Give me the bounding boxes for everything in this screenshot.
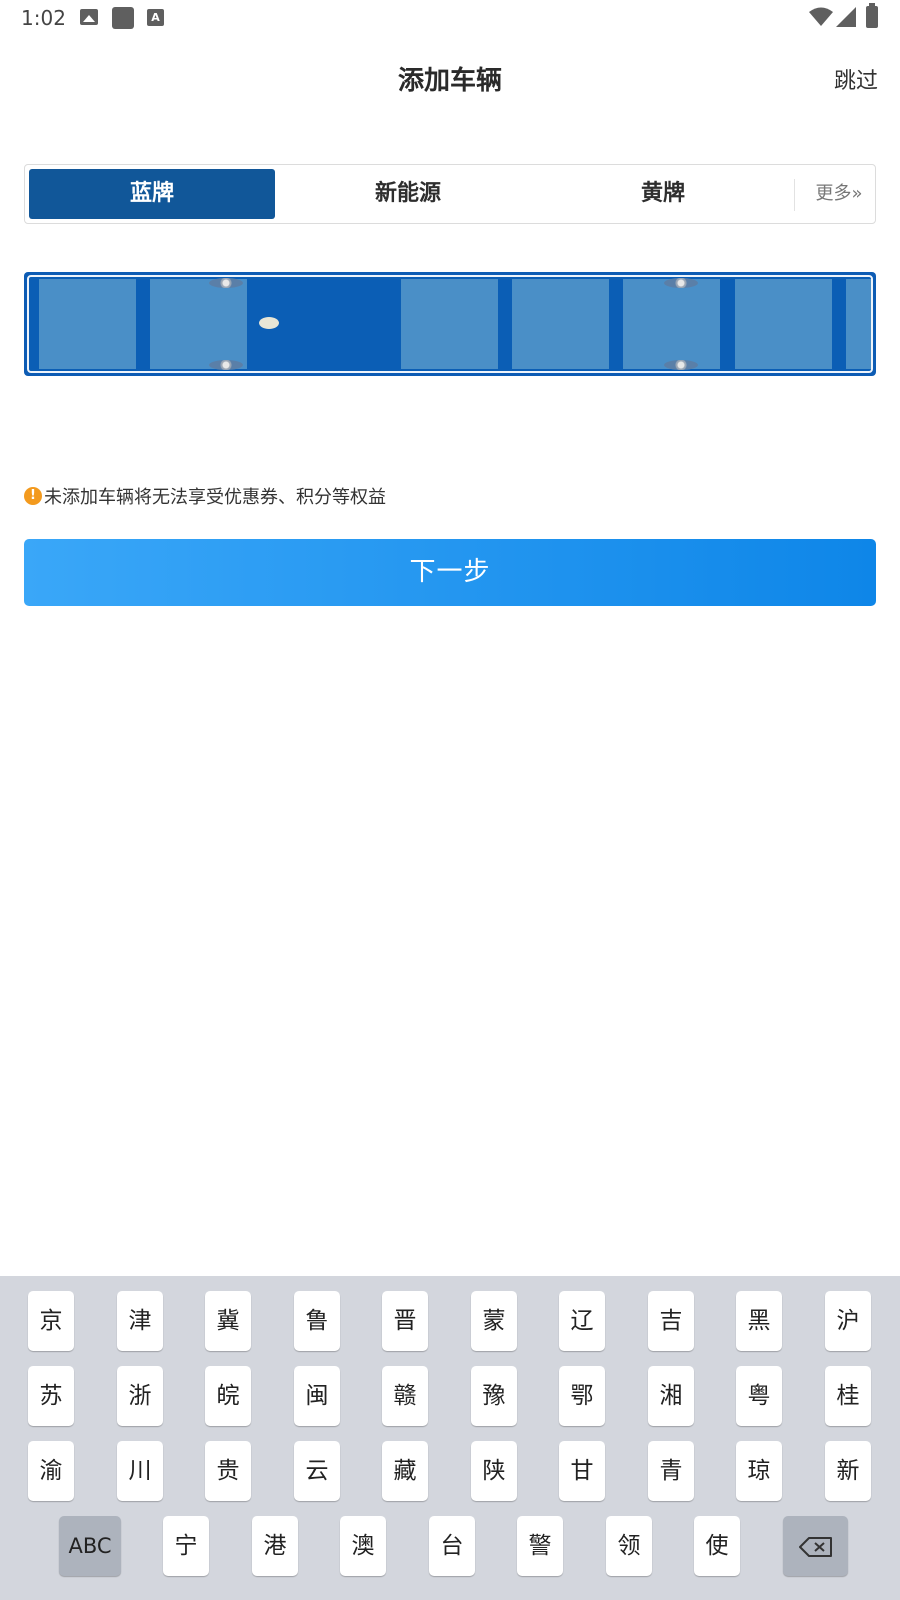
province-key[interactable]: 蒙 [471,1291,517,1351]
province-key[interactable]: 辽 [559,1291,605,1351]
next-step-button[interactable]: 下一步 [24,539,876,606]
plate-type-tabs: 蓝牌 新能源 黄牌 更多» [24,164,876,224]
plate-char-cell[interactable] [735,279,832,369]
province-key[interactable]: 澳 [340,1516,386,1576]
province-key[interactable]: 藏 [382,1441,428,1501]
province-key[interactable]: 陕 [471,1441,517,1501]
tab-yellow-plate[interactable]: 黄牌 [540,169,786,219]
province-key[interactable]: 甘 [559,1441,605,1501]
license-plate-input [24,272,876,376]
more-plate-types-button[interactable]: 更多» [805,169,873,219]
province-key[interactable]: 粤 [736,1366,782,1426]
plate-char-cell[interactable] [150,279,247,369]
province-key[interactable]: 浙 [117,1366,163,1426]
font-a-icon: A [147,9,164,26]
province-key[interactable]: 闽 [294,1366,340,1426]
notice-text: 未添加车辆将无法享受优惠券、积分等权益 [44,487,386,508]
keyboard-row: 苏浙皖闽赣豫鄂湘粤桂 [0,1366,900,1426]
warning-icon: ! [24,487,42,505]
province-key[interactable]: 冀 [205,1291,251,1351]
keyboard-row: 渝川贵云藏陕甘青琼新 [0,1441,900,1501]
status-time: 1:02 [21,6,66,30]
province-key[interactable]: 使 [694,1516,740,1576]
province-key[interactable]: 台 [429,1516,475,1576]
plate-rivet [664,360,698,370]
province-key[interactable]: 港 [252,1516,298,1576]
keyboard-row: 京津冀鲁晋蒙辽吉黑沪 [0,1291,900,1351]
province-key[interactable]: 沪 [825,1291,871,1351]
province-keyboard: 京津冀鲁晋蒙辽吉黑沪苏浙皖闽赣豫鄂湘粤桂渝川贵云藏陕甘青琼新 ABC 宁港澳台警领使 [0,1276,900,1600]
add-vehicle-screen: 1:02 A 添加车辆 跳过 蓝牌 新能源 黄牌 更多» ! 未添加车辆将无法享… [0,0,900,1600]
page-title: 添加车辆 [397,66,502,96]
backspace-icon [798,1536,832,1557]
tab-blue-plate[interactable]: 蓝牌 [29,169,275,219]
province-key[interactable]: 黑 [736,1291,782,1351]
province-key[interactable]: 苏 [28,1366,74,1426]
province-key[interactable]: 晋 [382,1291,428,1351]
province-key[interactable]: 宁 [163,1516,209,1576]
province-key[interactable]: 皖 [205,1366,251,1426]
plate-char-cell[interactable] [846,279,871,369]
plate-char-cell[interactable] [401,279,498,369]
abc-key[interactable]: ABC [59,1516,121,1576]
province-key[interactable]: 豫 [471,1366,517,1426]
province-key[interactable]: 鲁 [294,1291,340,1351]
plate-char-cell[interactable] [39,279,136,369]
province-key[interactable]: 鄂 [559,1366,605,1426]
backspace-key[interactable] [783,1516,848,1576]
square-app-icon [112,7,134,29]
province-key[interactable]: 吉 [648,1291,694,1351]
battery-icon [866,3,878,28]
image-icon [80,9,98,25]
province-key[interactable]: 新 [825,1441,871,1501]
province-key[interactable]: 贵 [205,1441,251,1501]
province-key[interactable]: 川 [117,1441,163,1501]
tab-divider [794,179,795,211]
province-key[interactable]: 琼 [736,1441,782,1501]
signal-icon [836,7,856,27]
province-key[interactable]: 警 [517,1516,563,1576]
province-key[interactable]: 桂 [825,1366,871,1426]
province-key[interactable]: 赣 [382,1366,428,1426]
province-key[interactable]: 湘 [648,1366,694,1426]
province-key[interactable]: 津 [117,1291,163,1351]
province-key[interactable]: 云 [294,1441,340,1501]
province-key[interactable]: 青 [648,1441,694,1501]
plate-char-cell[interactable] [512,279,609,369]
plate-char-cell[interactable] [623,279,720,369]
plate-rivet [209,278,243,288]
plate-frame [27,275,873,373]
wifi-icon [809,7,833,26]
province-key[interactable]: 领 [606,1516,652,1576]
keyboard-row: ABC 宁港澳台警领使 [0,1516,900,1576]
plate-separator-dot [259,317,279,329]
benefit-notice: ! 未添加车辆将无法享受优惠券、积分等权益 [24,485,386,508]
plate-rivet [209,360,243,370]
province-key[interactable]: 京 [28,1291,74,1351]
status-bar: 1:02 A [0,0,900,38]
skip-button[interactable]: 跳过 [834,63,878,95]
province-key[interactable]: 渝 [28,1441,74,1501]
tab-new-energy-plate[interactable]: 新能源 [285,169,531,219]
plate-rivet [664,278,698,288]
